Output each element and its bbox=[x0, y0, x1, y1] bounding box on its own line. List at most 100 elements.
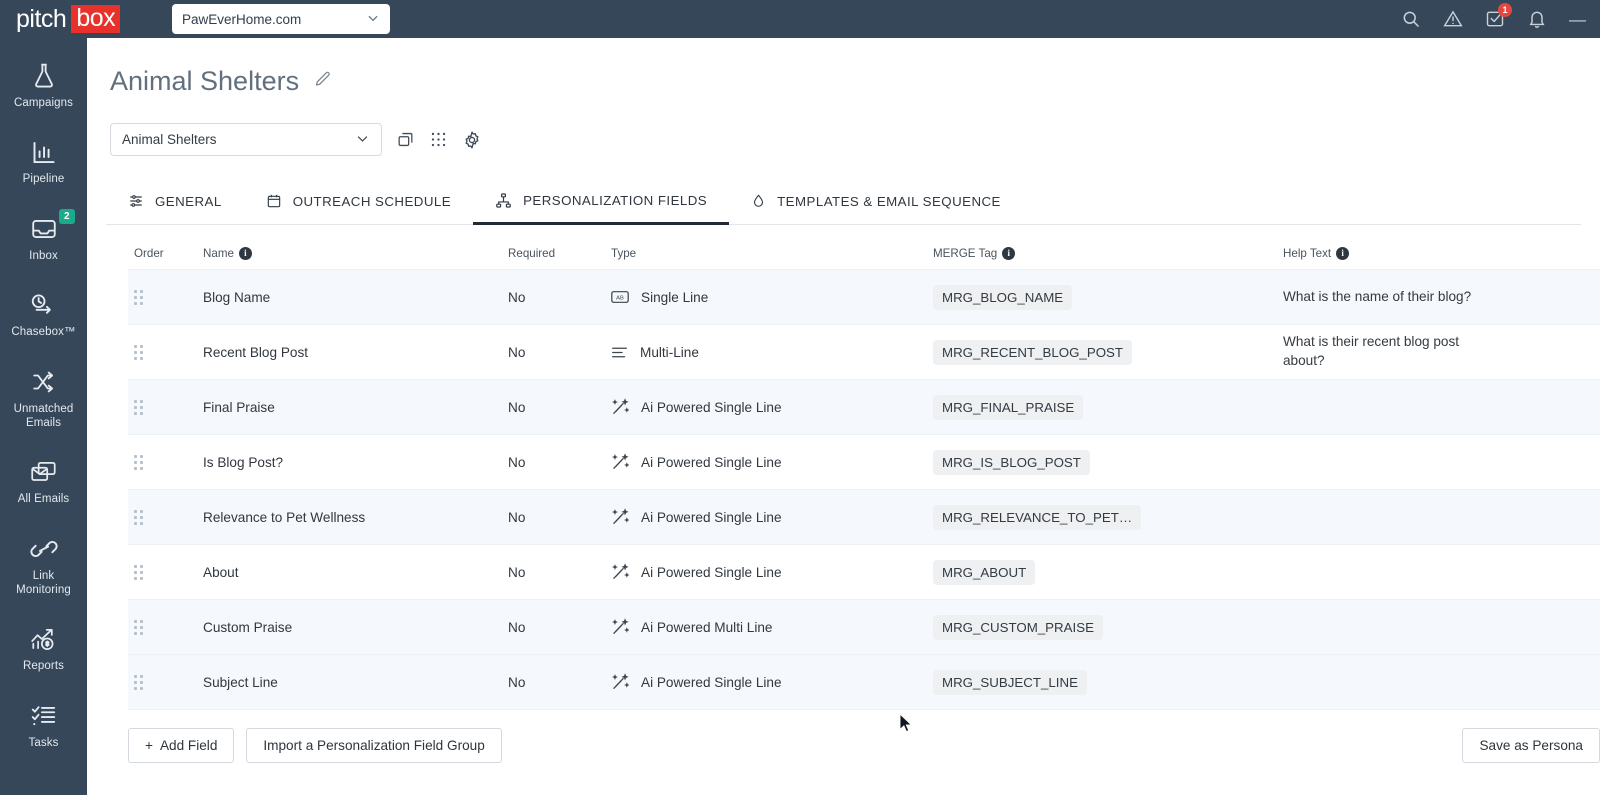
table-row[interactable]: Subject Line No Ai Powered Single Line M… bbox=[128, 655, 1600, 710]
row-type-label: Ai Powered Multi Line bbox=[641, 619, 773, 635]
sidebar-item-chasebox[interactable]: Chasebox™ bbox=[0, 281, 87, 347]
duplicate-campaign-icon[interactable] bbox=[396, 130, 415, 149]
drag-handle-icon[interactable] bbox=[134, 344, 143, 360]
row-type: Ai Powered Single Line bbox=[611, 563, 933, 581]
table-row[interactable]: Relevance to Pet Wellness No Ai Powered … bbox=[128, 490, 1600, 545]
import-personalization-field-group-button[interactable]: Import a Personalization Field Group bbox=[246, 728, 502, 763]
row-field-name: Relevance to Pet Wellness bbox=[203, 509, 366, 525]
row-drag-cell[interactable] bbox=[128, 454, 203, 470]
row-required: No bbox=[508, 509, 526, 525]
drag-handle-icon[interactable] bbox=[134, 619, 143, 635]
bell-icon[interactable] bbox=[1527, 9, 1547, 29]
sidebar-item-label: Tasks bbox=[28, 736, 59, 749]
menu-more-icon[interactable]: — bbox=[1569, 11, 1586, 28]
main-content: Animal Shelters Animal Shelters GENERAL … bbox=[87, 38, 1600, 795]
row-drag-cell[interactable] bbox=[128, 399, 203, 415]
drag-handle-icon[interactable] bbox=[134, 509, 143, 525]
checklist-icon bbox=[30, 701, 58, 731]
sidebar-item-tasks[interactable]: Tasks bbox=[0, 692, 87, 758]
merge-tag-chip[interactable]: MRG_SUBJECT_LINE bbox=[933, 669, 1087, 695]
sidebar-item-link-monitoring[interactable]: Link Monitoring bbox=[0, 525, 87, 606]
calendar-icon bbox=[266, 193, 282, 209]
sidebar-item-inbox[interactable]: 2 Inbox bbox=[0, 205, 87, 271]
row-type: Ai Powered Single Line bbox=[611, 508, 933, 526]
sliders-icon bbox=[128, 193, 144, 209]
campaign-select-value: Animal Shelters bbox=[122, 132, 217, 147]
row-merge-tag-cell: MRG_SUBJECT_LINE bbox=[933, 669, 1283, 695]
lines-icon bbox=[611, 345, 628, 360]
alert-triangle-icon[interactable] bbox=[1443, 9, 1463, 29]
merge-tag-chip[interactable]: MRG_RECENT_BLOG_POST bbox=[933, 339, 1133, 365]
merge-tag-chip[interactable]: MRG_FINAL_PRAISE bbox=[933, 394, 1084, 420]
row-drag-cell[interactable] bbox=[128, 619, 203, 635]
row-field-name: Custom Praise bbox=[203, 619, 293, 635]
gear-icon[interactable] bbox=[462, 130, 482, 150]
row-required: No bbox=[508, 289, 526, 305]
drag-handle-icon[interactable] bbox=[134, 674, 143, 690]
drag-handle-icon[interactable] bbox=[134, 289, 143, 305]
shuffle-icon bbox=[30, 367, 58, 397]
row-drag-cell[interactable] bbox=[128, 674, 203, 690]
column-header-required: Required bbox=[508, 247, 556, 260]
sidebar-item-pipeline[interactable]: Pipeline bbox=[0, 128, 87, 194]
tab-label: OUTREACH SCHEDULE bbox=[292, 193, 452, 209]
row-required: No bbox=[508, 399, 526, 415]
trend-dollar-icon bbox=[29, 624, 59, 654]
add-field-button[interactable]: + Add Field bbox=[128, 728, 235, 763]
merge-tag-chip[interactable]: MRG_CUSTOM_PRAISE bbox=[933, 614, 1103, 640]
tasks-inbox-icon[interactable]: 1 bbox=[1485, 3, 1512, 29]
merge-tag-chip[interactable]: MRG_BLOG_NAME bbox=[933, 284, 1073, 310]
sidebar-item-reports[interactable]: Reports bbox=[0, 615, 87, 681]
campaign-select[interactable]: Animal Shelters bbox=[110, 123, 382, 156]
grid-apps-icon[interactable] bbox=[429, 130, 448, 149]
column-header-name-label: Name bbox=[203, 247, 234, 260]
tab-outreach-schedule[interactable]: OUTREACH SCHEDULE bbox=[244, 183, 473, 225]
tab-templates-email-sequence[interactable]: TEMPLATES & EMAIL SEQUENCE bbox=[729, 183, 1023, 225]
row-help-text-cell: What is the name of their blog? bbox=[1283, 288, 1583, 307]
row-field-name: Final Praise bbox=[203, 399, 275, 415]
search-icon[interactable] bbox=[1401, 9, 1421, 29]
table-row[interactable]: Is Blog Post? No Ai Powered Single Line … bbox=[128, 435, 1600, 490]
table-row[interactable]: Custom Praise No Ai Powered Multi Line M… bbox=[128, 600, 1600, 655]
tab-personalization-fields[interactable]: PERSONALIZATION FIELDS bbox=[473, 182, 730, 225]
sidebar-item-label: Pipeline bbox=[22, 173, 65, 186]
top-bar-icons: 1 — bbox=[1401, 0, 1592, 38]
site-selector[interactable]: PawEverHome.com bbox=[172, 4, 390, 34]
table-row[interactable]: Blog Name No AB Single Line MRG_BLOG_NAM… bbox=[128, 270, 1600, 325]
top-bar: pitch box PawEverHome.com 1 — bbox=[0, 0, 1600, 38]
merge-tag-chip[interactable]: MRG_IS_BLOG_POST bbox=[933, 449, 1090, 475]
info-icon[interactable]: i bbox=[1002, 247, 1016, 260]
ab-box-icon: AB bbox=[611, 290, 629, 304]
row-type: Ai Powered Multi Line bbox=[611, 618, 933, 636]
row-drag-cell[interactable] bbox=[128, 289, 203, 305]
drag-handle-icon[interactable] bbox=[134, 564, 143, 580]
row-required: No bbox=[508, 619, 526, 635]
table-row[interactable]: Final Praise No Ai Powered Single Line M… bbox=[128, 380, 1600, 435]
merge-tag-chip[interactable]: MRG_ABOUT bbox=[933, 559, 1036, 585]
pitchbox-logo[interactable]: pitch box bbox=[0, 5, 150, 34]
row-help-text: What is their recent blog post about? bbox=[1283, 334, 1460, 368]
row-drag-cell[interactable] bbox=[128, 509, 203, 525]
tab-general[interactable]: GENERAL bbox=[106, 183, 244, 225]
info-icon[interactable]: i bbox=[1336, 247, 1350, 260]
row-drag-cell[interactable] bbox=[128, 344, 203, 360]
row-type-label: Ai Powered Single Line bbox=[641, 509, 782, 525]
info-icon[interactable]: i bbox=[238, 247, 252, 260]
bar-chart-icon bbox=[30, 137, 57, 167]
edit-pencil-icon[interactable] bbox=[313, 70, 332, 94]
sidebar-item-campaigns[interactable]: Campaigns bbox=[0, 52, 87, 118]
row-drag-cell[interactable] bbox=[128, 564, 203, 580]
drag-handle-icon[interactable] bbox=[134, 399, 143, 415]
table-row[interactable]: Recent Blog Post No Multi-Line MRG_RECEN… bbox=[128, 325, 1600, 380]
row-type-label: Single Line bbox=[641, 289, 709, 305]
table-row[interactable]: About No Ai Powered Single Line MRG_ABOU… bbox=[128, 545, 1600, 600]
magic-wand-icon bbox=[611, 618, 629, 636]
sidebar-item-label: Inbox bbox=[29, 249, 58, 262]
sitemap-icon bbox=[495, 192, 512, 209]
sidebar-item-all-emails[interactable]: All Emails bbox=[0, 448, 87, 514]
merge-tag-chip[interactable]: MRG_RELEVANCE_TO_PET… bbox=[933, 504, 1142, 530]
save-as-persona-button[interactable]: Save as Persona bbox=[1462, 728, 1600, 763]
sidebar-item-unmatched-emails[interactable]: Unmatched Emails bbox=[0, 358, 87, 439]
row-required: No bbox=[508, 454, 526, 470]
drag-handle-icon[interactable] bbox=[134, 454, 143, 470]
